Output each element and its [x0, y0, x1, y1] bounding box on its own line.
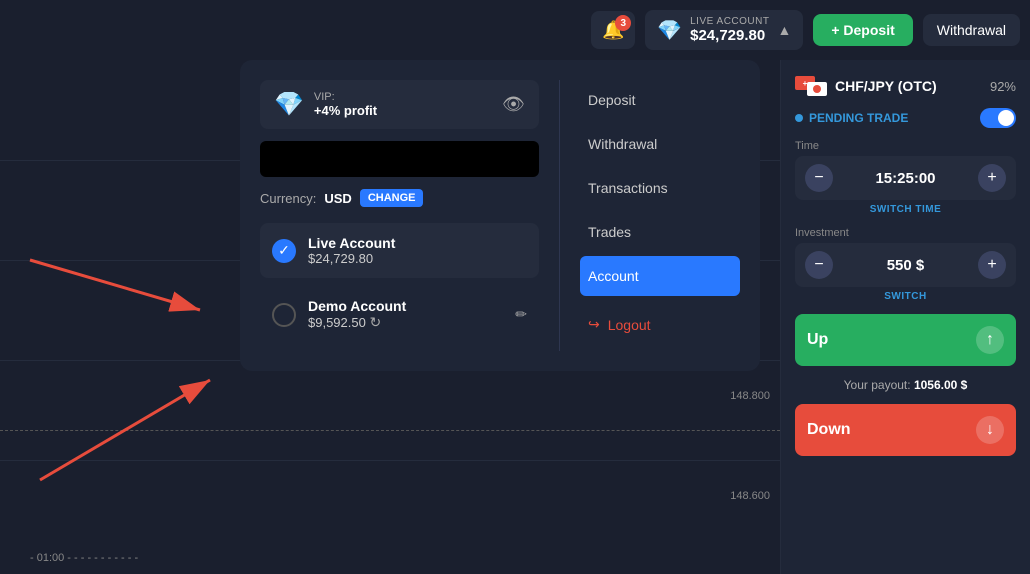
deposit-label: + Deposit [831, 22, 894, 38]
flag-pair-icon: + [795, 76, 827, 96]
live-account-balance: $24,729.80 [308, 251, 527, 266]
up-label: Up [807, 331, 828, 349]
pending-trade-row: PENDING TRADE [795, 108, 1016, 128]
pending-trade-toggle[interactable] [980, 108, 1016, 128]
menu-item-transactions[interactable]: Transactions [580, 168, 740, 208]
vip-text: VIP: +4% profit [314, 91, 377, 118]
live-account-details: Live Account $24,729.80 [308, 235, 527, 266]
vip-label: VIP: [314, 91, 377, 103]
time-section-label: Time [795, 140, 1016, 152]
demo-account-details: Demo Account $9,592.50 ↻ [308, 298, 503, 331]
pair-info: + CHF/JPY (OTC) [795, 76, 937, 96]
jpy-flag [807, 82, 827, 96]
pair-name: CHF/JPY (OTC) [835, 78, 937, 94]
arrow-demo-account [10, 320, 230, 500]
currency-row: Currency: USD CHANGE [260, 189, 539, 207]
right-panel: + CHF/JPY (OTC) 92% PENDING TRADE Time −… [780, 60, 1030, 574]
eye-icon[interactable]: 👁 [502, 94, 525, 115]
vip-row: 💎 VIP: +4% profit 👁 [260, 80, 539, 129]
live-account-item[interactable]: ✓ Live Account $24,729.80 [260, 223, 539, 278]
menu-item-deposit[interactable]: Deposit [580, 80, 740, 120]
account-info-header: LIVE ACCOUNT $24,729.80 [690, 16, 769, 44]
price-label-2: 148.600 [730, 490, 770, 502]
change-currency-button[interactable]: CHANGE [360, 189, 424, 207]
empty-circle-icon [272, 303, 296, 327]
chevron-up-icon: ▲ [777, 22, 791, 38]
investment-increase-button[interactable]: + [978, 251, 1006, 279]
pending-dot-icon [795, 114, 803, 122]
notification-button[interactable]: 🔔 3 [591, 11, 635, 49]
diamond-icon: 💎 [657, 18, 682, 43]
down-arrow-icon: ↓ [976, 416, 1004, 444]
investment-section-label: Investment [795, 227, 1016, 239]
dropdown-left: 💎 VIP: +4% profit 👁 Currency: USD CHANGE… [260, 80, 560, 351]
pair-percentage: 92% [990, 79, 1016, 94]
pending-trade-text: PENDING TRADE [809, 111, 908, 125]
currency-value: USD [324, 191, 351, 206]
account-balance-header: $24,729.80 [690, 27, 765, 44]
logout-label: Logout [608, 317, 651, 333]
account-type-label: LIVE ACCOUNT [690, 16, 769, 27]
payout-label: Your payout: [844, 378, 911, 392]
vip-diamond-icon: 💎 [274, 90, 304, 119]
vip-info: 💎 VIP: +4% profit [274, 90, 377, 119]
down-button[interactable]: Down ↓ [795, 404, 1016, 456]
currency-text-label: Currency: [260, 191, 316, 206]
payout-row: Your payout: 1056.00 $ [795, 378, 1016, 392]
account-selector-button[interactable]: 💎 LIVE ACCOUNT $24,729.80 ▲ [645, 10, 803, 50]
header: 🔔 3 💎 LIVE ACCOUNT $24,729.80 ▲ + Deposi… [581, 0, 1030, 60]
demo-account-name: Demo Account [308, 298, 503, 314]
pending-trade-label: PENDING TRADE [795, 111, 908, 125]
time-value: 15:25:00 [875, 170, 935, 187]
edit-icon[interactable]: ✏ [515, 306, 527, 323]
time-label: - 01:00 - - - - - - - - - - - [30, 552, 138, 564]
switch-label: SWITCH [795, 291, 1016, 302]
notification-badge: 3 [615, 15, 631, 31]
refresh-icon[interactable]: ↻ [369, 314, 381, 330]
menu-item-account[interactable]: Account [580, 256, 740, 296]
up-button[interactable]: Up ↑ [795, 314, 1016, 366]
investment-control-row: − 550 $ + [795, 243, 1016, 287]
check-circle-icon: ✓ [272, 239, 296, 263]
live-account-name: Live Account [308, 235, 527, 251]
demo-account-item[interactable]: Demo Account $9,592.50 ↻ ✏ [260, 286, 539, 343]
pair-header: + CHF/JPY (OTC) 92% [795, 76, 1016, 96]
logout-icon: ↪ [588, 316, 600, 333]
dropdown-panel: 💎 VIP: +4% profit 👁 Currency: USD CHANGE… [240, 60, 760, 371]
menu-item-trades[interactable]: Trades [580, 212, 740, 252]
time-section: Time − 15:25:00 + SWITCH TIME [795, 140, 1016, 215]
time-control-row: − 15:25:00 + [795, 156, 1016, 200]
time-increase-button[interactable]: + [978, 164, 1006, 192]
switch-time-label: SWITCH TIME [795, 204, 1016, 215]
withdrawal-button[interactable]: Withdrawal [923, 14, 1020, 46]
up-arrow-icon: ↑ [976, 326, 1004, 354]
down-label: Down [807, 421, 851, 439]
redacted-bar [260, 141, 539, 177]
jpy-circle [813, 85, 821, 93]
payout-amount: 1056.00 $ [914, 378, 967, 392]
investment-value: 550 $ [887, 257, 925, 274]
investment-section: Investment − 550 $ + SWITCH [795, 227, 1016, 302]
menu-item-withdrawal[interactable]: Withdrawal [580, 124, 740, 164]
withdrawal-label: Withdrawal [937, 22, 1006, 38]
dropdown-right-menu: Deposit Withdrawal Transactions Trades A… [560, 80, 740, 351]
time-decrease-button[interactable]: − [805, 164, 833, 192]
vip-profit: +4% profit [314, 103, 377, 118]
investment-decrease-button[interactable]: − [805, 251, 833, 279]
menu-item-logout[interactable]: ↪ Logout [580, 304, 740, 345]
deposit-button[interactable]: + Deposit [813, 14, 912, 46]
demo-account-balance: $9,592.50 ↻ [308, 314, 503, 331]
price-label-1: 148.800 [730, 390, 770, 402]
